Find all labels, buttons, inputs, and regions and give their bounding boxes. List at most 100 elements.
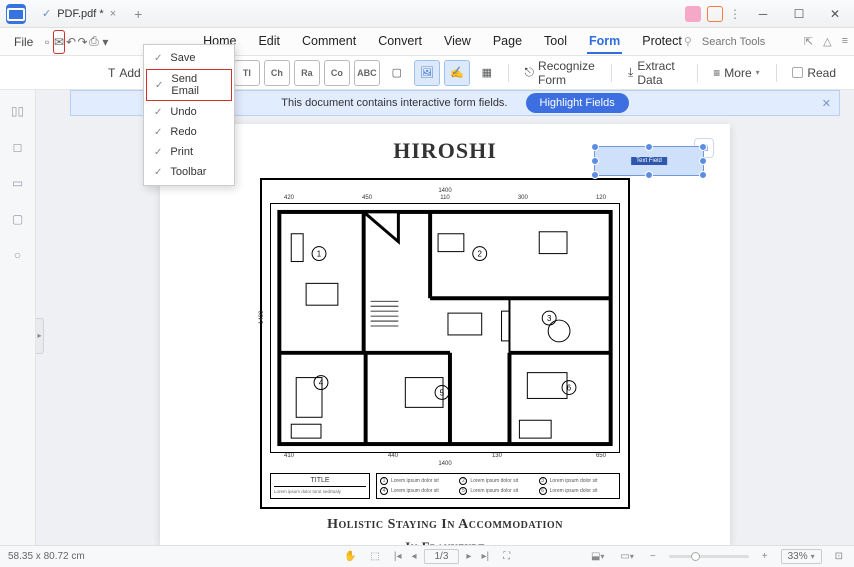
- first-page-icon[interactable]: |◂: [391, 551, 405, 562]
- svg-text:5: 5: [440, 388, 445, 397]
- menu-convert[interactable]: Convert: [376, 30, 424, 54]
- check-icon: ✓: [154, 147, 162, 158]
- read-checkbox-icon: [792, 67, 803, 78]
- form-toolbar: TAdd ✎ ✥ TI Ch Ra Co ABC ▢ 🖼 ✍ ▦ ⎋ Recog…: [0, 56, 854, 90]
- sidebar-expand-handle[interactable]: ▸: [36, 318, 44, 354]
- close-window-button[interactable]: ✕: [820, 2, 850, 26]
- next-page-icon[interactable]: ▸: [463, 551, 474, 562]
- select-tool-icon[interactable]: ⬚: [367, 551, 382, 562]
- file-menu[interactable]: File: [6, 35, 41, 49]
- radio-tool[interactable]: Ra: [294, 60, 320, 86]
- date-field-tool[interactable]: ▦: [474, 60, 500, 86]
- legend-subtitle: Lorem ipsum dolor torut sedrtualy: [274, 489, 366, 494]
- view-mode-icon[interactable]: ▭▾: [617, 551, 636, 562]
- cloud-icon[interactable]: △: [823, 35, 831, 48]
- search-input[interactable]: [702, 36, 782, 48]
- menu-page[interactable]: Page: [491, 30, 524, 54]
- more-button[interactable]: ≡ More▾: [705, 66, 767, 80]
- save-icon[interactable]: ▫: [41, 30, 52, 54]
- add-text-tool[interactable]: TAdd: [100, 66, 149, 80]
- dropdown-redo[interactable]: ✓Redo: [144, 122, 234, 142]
- menu-comment[interactable]: Comment: [300, 30, 358, 54]
- new-tab-button[interactable]: +: [126, 6, 150, 22]
- zoom-in-icon[interactable]: +: [759, 551, 771, 562]
- textfield-tool[interactable]: TI: [234, 60, 260, 86]
- quick-access-dropdown: ✓Save ✓Send Email ✓Undo ✓Redo ✓Print ✓To…: [143, 44, 235, 186]
- status-bar: 58.35 x 80.72 cm ✋ ⬚ |◂ ◂ 1/3 ▸ ▸| ⛶ ⬓▾ …: [0, 545, 854, 567]
- svg-text:4: 4: [319, 379, 324, 388]
- bookmarks-icon[interactable]: ◻: [9, 138, 27, 156]
- check-icon: ✓: [154, 167, 162, 178]
- floor-plan: 1 2 3 4 5 6: [270, 203, 620, 453]
- zoom-out-icon[interactable]: −: [647, 551, 659, 562]
- combo-tool[interactable]: Co: [324, 60, 350, 86]
- fit-page-icon[interactable]: ⊡: [832, 551, 846, 562]
- search-panel-icon[interactable]: ○: [9, 246, 27, 264]
- page-navigation: |◂ ◂ 1/3 ▸ ▸|: [391, 549, 492, 564]
- image-field-tool[interactable]: 🖼: [414, 60, 440, 86]
- dropdown-toolbar[interactable]: ✓Toolbar: [144, 162, 234, 182]
- layers-icon[interactable]: ▢: [9, 210, 27, 228]
- zoom-slider[interactable]: [669, 555, 749, 558]
- fullscreen-icon[interactable]: ⛶: [500, 551, 513, 562]
- listbox-tool[interactable]: ABC: [354, 60, 380, 86]
- thumbnails-icon[interactable]: ▯▯: [9, 102, 27, 120]
- dropdown-send-email[interactable]: ✓Send Email: [146, 69, 232, 101]
- check-icon: ✓: [154, 107, 162, 118]
- field-label: Text Field: [631, 157, 667, 165]
- dropdown-undo[interactable]: ✓Undo: [144, 102, 234, 122]
- menu-protect[interactable]: Protect: [640, 30, 684, 54]
- checkbox-tool[interactable]: Ch: [264, 60, 290, 86]
- extract-data-button[interactable]: ⤓ Extract Data: [620, 59, 689, 87]
- close-tab-icon[interactable]: ×: [110, 8, 116, 20]
- fit-width-icon[interactable]: ⬓▾: [588, 551, 607, 562]
- svg-text:2: 2: [478, 250, 482, 259]
- dropdown-print[interactable]: ✓Print: [144, 142, 234, 162]
- check-icon: ✓: [154, 53, 162, 64]
- attachments-icon[interactable]: ▭: [9, 174, 27, 192]
- customize-dropdown-icon[interactable]: ▾: [100, 30, 111, 54]
- document-tab[interactable]: ✓ PDF.pdf * ×: [32, 3, 126, 24]
- zoom-level[interactable]: 33%▾: [781, 549, 822, 564]
- redo-icon[interactable]: ↷: [77, 30, 88, 54]
- print-icon[interactable]: ⎙: [88, 30, 99, 54]
- selected-text-field[interactable]: Text Field: [594, 146, 704, 176]
- dimensions-top: 420450110300120: [270, 195, 620, 201]
- send-email-icon[interactable]: ✉: [53, 30, 66, 54]
- last-page-icon[interactable]: ▸|: [478, 551, 492, 562]
- read-toggle[interactable]: Read: [784, 66, 844, 80]
- maximize-button[interactable]: ☐: [784, 2, 814, 26]
- highlight-fields-button[interactable]: Highlight Fields: [526, 93, 629, 113]
- dropdown-save[interactable]: ✓Save: [144, 48, 234, 68]
- tab-title: PDF.pdf *: [57, 8, 103, 20]
- legend-title: TITLE: [274, 477, 366, 487]
- menu-form[interactable]: Form: [587, 30, 622, 54]
- check-icon: ✓: [154, 127, 162, 138]
- undo-icon[interactable]: ↶: [65, 30, 76, 54]
- help-icon[interactable]: ≡: [842, 35, 848, 48]
- avatar-icon[interactable]: [685, 6, 701, 22]
- upgrade-icon[interactable]: [707, 6, 723, 22]
- button-tool[interactable]: ▢: [384, 60, 410, 86]
- check-icon: ✓: [155, 80, 163, 91]
- workspace: ▯▯ ◻ ▭ ▢ ○ ▸ This document contains inte…: [0, 90, 854, 545]
- page-dimensions: 58.35 x 80.72 cm: [8, 551, 85, 562]
- prev-page-icon[interactable]: ◂: [408, 551, 419, 562]
- svg-text:3: 3: [547, 314, 552, 323]
- dim-total-top: 1400: [270, 188, 620, 194]
- minimize-button[interactable]: ─: [748, 2, 778, 26]
- menu-view[interactable]: View: [442, 30, 473, 54]
- menu-tool[interactable]: Tool: [542, 30, 569, 54]
- more-menu-icon[interactable]: ⋮: [729, 7, 742, 21]
- main-menu: Home Edit Comment Convert View Page Tool…: [201, 30, 684, 54]
- page-indicator[interactable]: 1/3: [424, 549, 460, 564]
- share-icon[interactable]: ⇱: [804, 35, 813, 48]
- hand-tool-icon[interactable]: ✋: [341, 551, 359, 562]
- pdf-page: ⧉ HIROSHI Text Field 1400 42045011030012…: [160, 124, 730, 545]
- banner-close-icon[interactable]: ✕: [822, 97, 831, 110]
- menu-edit[interactable]: Edit: [256, 30, 282, 54]
- more-icon: ≡: [713, 66, 720, 80]
- banner-message: This document contains interactive form …: [281, 97, 507, 109]
- recognize-form-button[interactable]: ⎋ Recognize Form: [517, 59, 604, 87]
- signature-tool[interactable]: ✍: [444, 60, 470, 86]
